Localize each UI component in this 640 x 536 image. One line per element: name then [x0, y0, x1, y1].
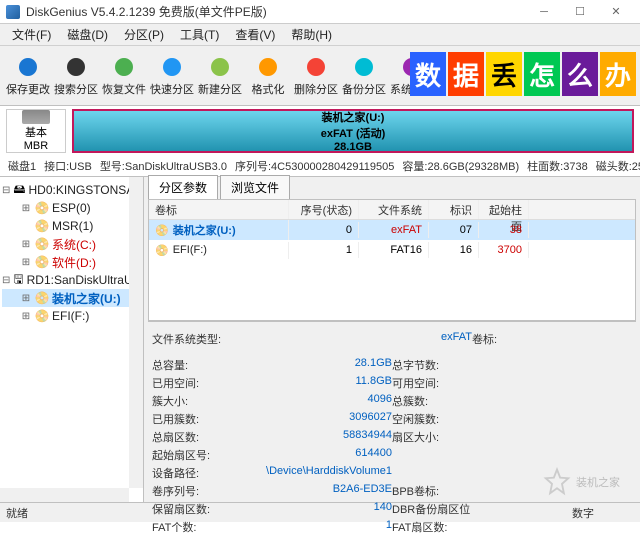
tool-search[interactable]: 搜索分区 [52, 48, 100, 104]
volume-icon: 📀 [35, 202, 49, 214]
expand-icon[interactable]: ⊞ [20, 239, 32, 250]
menu-disk[interactable]: 磁盘(D) [59, 24, 116, 45]
tool-delete[interactable]: 删除分区 [292, 48, 340, 104]
details-panel: 文件系统类型:exFAT卷标: 总容量:28.1GB总字节数:已用空间:11.8… [148, 330, 636, 536]
partition-name: 装机之家(U:) [322, 109, 385, 125]
volume-icon: 📀 [35, 238, 49, 250]
table-row[interactable]: 📀装机之家(U:)0exFAT0738 [149, 220, 635, 240]
minimize-button[interactable]: ─ [526, 2, 562, 22]
th-flag[interactable]: 标识 [429, 200, 479, 219]
tree-hscroll[interactable] [0, 488, 129, 502]
recover-icon [112, 55, 136, 79]
tree-efi[interactable]: ⊞📀EFI(F:) [2, 307, 141, 325]
detail-row: 已用空间:11.8GB可用空间: [148, 374, 636, 392]
tabs: 分区参数 浏览文件 [144, 177, 640, 199]
th-fs[interactable]: 文件系统 [359, 200, 429, 219]
hdd-icon [22, 110, 50, 124]
expand-icon[interactable]: ⊞ [20, 257, 32, 268]
titlebar: DiskGenius V5.4.2.1239 免费版(单文件PE版) ─ ☐ ✕ [0, 0, 640, 24]
menu-tools[interactable]: 工具(T) [172, 24, 227, 45]
menu-help[interactable]: 帮助(H) [283, 24, 340, 45]
tree-vol-selected[interactable]: ⊞📀装机之家(U:) [2, 289, 141, 307]
detail-row: 总容量:28.1GB总字节数: [148, 356, 636, 374]
status-ready: 就绪 [6, 505, 28, 521]
collapse-icon[interactable]: ⊟ [2, 185, 10, 196]
usb-icon: 🖫 [13, 274, 23, 286]
window-title: DiskGenius V5.4.2.1239 免费版(单文件PE版) [26, 3, 526, 20]
delete-icon [304, 55, 328, 79]
table-row[interactable]: 📀EFI(F:)1FAT16163700 [149, 240, 635, 260]
menu-file[interactable]: 文件(F) [4, 24, 59, 45]
menu-view[interactable]: 查看(V) [227, 24, 283, 45]
detail-row: 起始扇区号:614400 [148, 446, 636, 464]
volume-table: 卷标 序号(状态) 文件系统 标识 起始柱面 📀装机之家(U:)0exFAT07… [148, 199, 636, 321]
tree-esp[interactable]: ⊞📀ESP(0) [2, 199, 141, 217]
detail-row: 已用簇数:3096027空闲簇数: [148, 410, 636, 428]
quick-icon [160, 55, 184, 79]
search-icon [64, 55, 88, 79]
expand-icon[interactable]: ⊞ [20, 293, 32, 304]
tool-save[interactable]: 保存更改 [4, 48, 52, 104]
detail-row: 总扇区数:58834944扇区大小: [148, 428, 636, 446]
detail-row: 簇大小:4096总簇数: [148, 392, 636, 410]
tree-panel: ⊟🖴HD0:KINGSTONSA400S37240G(22 ⊞📀ESP(0) 📀… [0, 177, 144, 502]
partition-bar[interactable]: 装机之家(U:) exFAT (活动) 28.1GB [72, 109, 634, 153]
close-button[interactable]: ✕ [598, 2, 634, 22]
tree-rd1[interactable]: ⊟🖫RD1:SanDiskUltraUSB3.0(29GB) [2, 271, 141, 289]
tree-msr[interactable]: 📀MSR(1) [2, 217, 141, 235]
format-icon [256, 55, 280, 79]
tree-sys[interactable]: ⊞📀系统(C:) [2, 235, 141, 253]
tree-hd0[interactable]: ⊟🖴HD0:KINGSTONSA400S37240G(22 [2, 181, 141, 199]
th-name[interactable]: 卷标 [149, 200, 289, 219]
tab-browse[interactable]: 浏览文件 [220, 175, 290, 199]
volume-icon: 📀 [35, 310, 49, 322]
main-area: ⊟🖴HD0:KINGSTONSA400S37240G(22 ⊞📀ESP(0) 📀… [0, 176, 640, 502]
backup-icon [352, 55, 376, 79]
volume-icon: 📀 [35, 256, 49, 268]
expand-icon[interactable]: ⊞ [20, 311, 32, 322]
volume-icon: 📀 [35, 220, 49, 232]
tool-backup[interactable]: 备份分区 [340, 48, 388, 104]
table-hscroll[interactable] [148, 321, 636, 322]
disk-type-box[interactable]: 基本 MBR [6, 109, 66, 153]
tool-recover[interactable]: 恢复文件 [100, 48, 148, 104]
table-header: 卷标 序号(状态) 文件系统 标识 起始柱面 [149, 200, 635, 220]
menubar: 文件(F) 磁盘(D) 分区(P) 工具(T) 查看(V) 帮助(H) [0, 24, 640, 46]
right-panel: 分区参数 浏览文件 卷标 序号(状态) 文件系统 标识 起始柱面 📀装机之家(U… [144, 177, 640, 502]
tree-vscroll[interactable] [129, 177, 143, 488]
detail-row: FAT个数:1FAT扇区数: [148, 518, 636, 536]
tool-format[interactable]: 格式化 [244, 48, 292, 104]
tree-soft[interactable]: ⊞📀软件(D:) [2, 253, 141, 271]
overlay-banner: 数据丢怎么办 [410, 52, 636, 96]
volume-icon: 📀 [155, 244, 169, 257]
tab-params[interactable]: 分区参数 [148, 175, 218, 199]
app-icon [6, 5, 20, 19]
new-icon [208, 55, 232, 79]
tool-quick[interactable]: 快速分区 [148, 48, 196, 104]
th-seq[interactable]: 序号(状态) [289, 200, 359, 219]
disk-info-line: 磁盘1接口:USB型号:SanDiskUltraUSB3.0序列号:4C5300… [0, 156, 640, 176]
disk-mbr-label: MBR [24, 140, 48, 152]
hdd-icon: 🖴 [13, 184, 25, 196]
maximize-button[interactable]: ☐ [562, 2, 598, 22]
th-start[interactable]: 起始柱面 [479, 200, 529, 219]
detail-row: 保留扇区数:140DBR备份扇区位 [148, 500, 636, 518]
toolbar: 保存更改搜索分区恢复文件快速分区新建分区格式化删除分区备份分区系统迁移 数据丢怎… [0, 46, 640, 106]
tool-new[interactable]: 新建分区 [196, 48, 244, 104]
disk-tree[interactable]: ⊟🖴HD0:KINGSTONSA400S37240G(22 ⊞📀ESP(0) 📀… [0, 177, 143, 329]
volume-icon: 📀 [155, 224, 169, 237]
expand-icon[interactable]: ⊞ [20, 203, 32, 214]
status-num: 数字 [572, 505, 594, 521]
menu-partition[interactable]: 分区(P) [116, 24, 172, 45]
collapse-icon[interactable]: ⊟ [2, 275, 10, 286]
volume-icon: 📀 [35, 292, 49, 304]
star-icon [542, 467, 572, 497]
disk-type-label: 基本 [25, 124, 47, 140]
partition-size: 28.1GB [334, 141, 372, 153]
disk-visual-row: 基本 MBR 装机之家(U:) exFAT (活动) 28.1GB [0, 106, 640, 156]
save-icon [16, 55, 40, 79]
partition-fs: exFAT (活动) [321, 125, 386, 141]
watermark: 装机之家 [542, 467, 620, 497]
